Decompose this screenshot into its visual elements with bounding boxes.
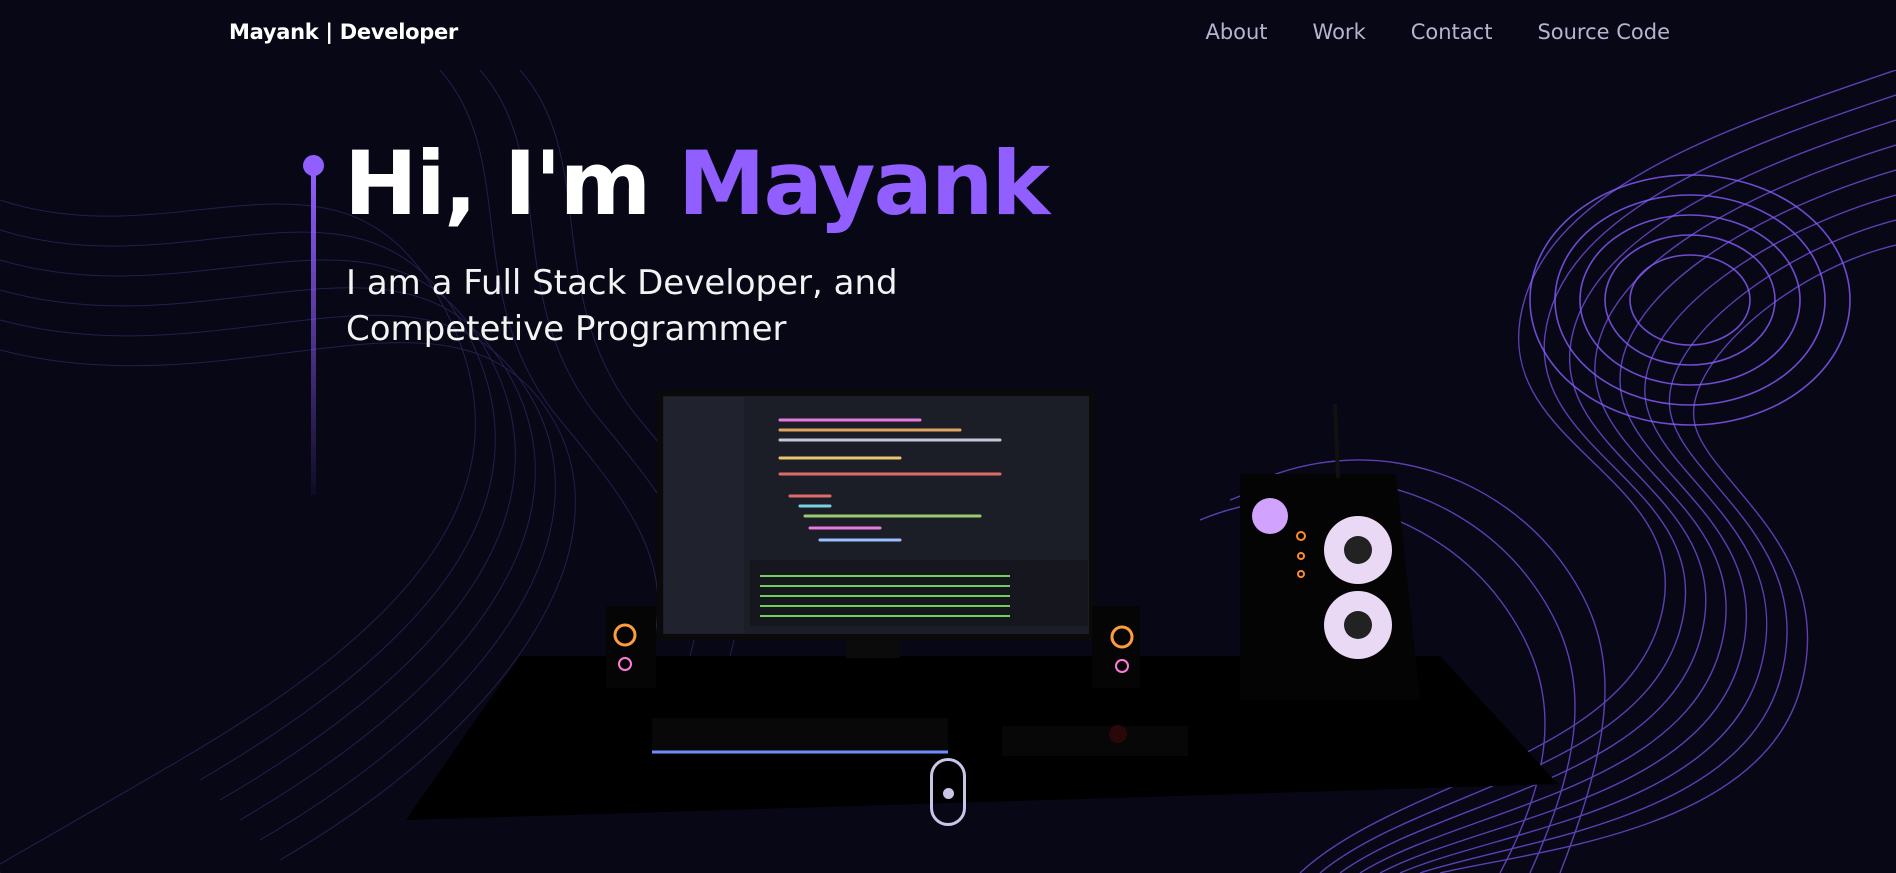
- nav-link-source-code[interactable]: Source Code: [1537, 20, 1670, 44]
- hero-accent-dot: [303, 155, 324, 176]
- hero-accent-line: [311, 175, 316, 495]
- scroll-dot: [943, 788, 954, 799]
- hero-greeting: Hi, I'm: [344, 132, 678, 235]
- hero-subtitle-line1: I am a Full Stack Developer, and: [346, 263, 898, 303]
- brand-logo[interactable]: Mayank | Developer: [229, 20, 458, 44]
- hero-name: Mayank: [677, 132, 1050, 235]
- mouse-scroll-icon[interactable]: [930, 758, 966, 826]
- hero-subtitle-line2: Competetive Programmer: [346, 309, 787, 349]
- hero-section: Hi, I'm Mayank I am a Full Stack Develop…: [0, 0, 1896, 873]
- nav-link-contact[interactable]: Contact: [1411, 20, 1493, 44]
- nav-link-about[interactable]: About: [1205, 20, 1267, 44]
- hero-title: Hi, I'm Mayank: [344, 135, 1050, 233]
- nav-link-work[interactable]: Work: [1313, 20, 1366, 44]
- navbar: Mayank | Developer About Work Contact So…: [0, 0, 1896, 70]
- nav-links: About Work Contact Source Code: [1205, 20, 1670, 44]
- hero-subtitle: I am a Full Stack Developer, and Competet…: [346, 260, 966, 352]
